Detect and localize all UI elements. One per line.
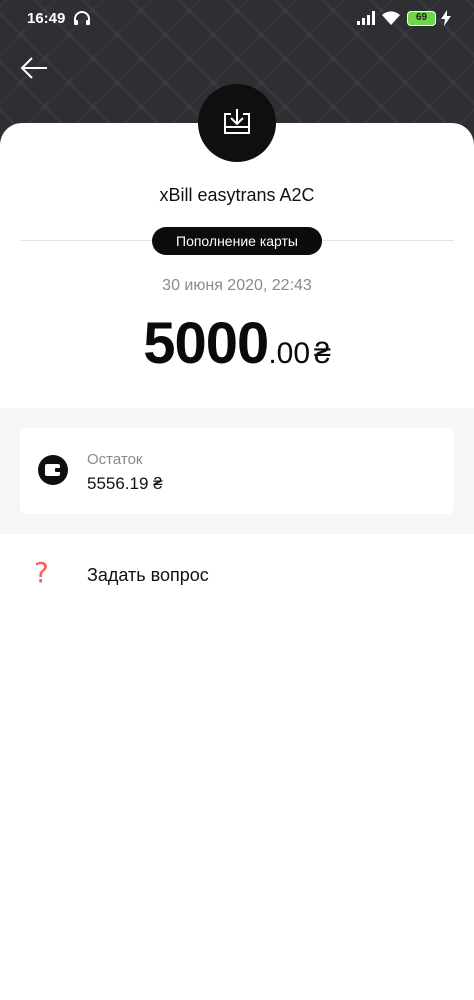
download-tray-icon [222, 106, 252, 141]
balance-card: Остаток 5556.19 ₴ [20, 428, 454, 514]
battery-icon: 69 [407, 11, 436, 26]
amount-fraction: .00 [268, 337, 311, 370]
amount-currency: ₴ [314, 337, 331, 370]
balance-label: Остаток [87, 451, 143, 468]
back-button[interactable] [14, 50, 54, 90]
status-bar: 16:49 69 [0, 0, 474, 38]
merchant-name: xBill easytrans A2C [159, 185, 315, 205]
category-badge: Пополнение карты [152, 227, 322, 255]
status-time: 16:49 [27, 10, 66, 27]
transaction-amount: 5000.00 ₴ [0, 310, 474, 377]
signal-icon [357, 11, 377, 29]
transaction-type-icon [198, 84, 276, 162]
transaction-date: 30 июня 2020, 22:43 [162, 277, 312, 294]
balance-section: Остаток 5556.19 ₴ [0, 408, 474, 534]
balance-value: 5556.19 ₴ [87, 474, 163, 493]
wallet-icon [38, 455, 68, 485]
ask-question-label: Задать вопрос [87, 565, 209, 585]
arrow-left-icon [19, 56, 49, 85]
headphones-icon [73, 10, 91, 30]
ask-question-button[interactable]: ? Задать вопрос [0, 544, 474, 606]
question-mark-icon: ? [34, 556, 49, 589]
amount-integer: 5000 [143, 311, 269, 376]
wifi-icon [381, 10, 401, 30]
charging-bolt-icon [441, 10, 451, 30]
